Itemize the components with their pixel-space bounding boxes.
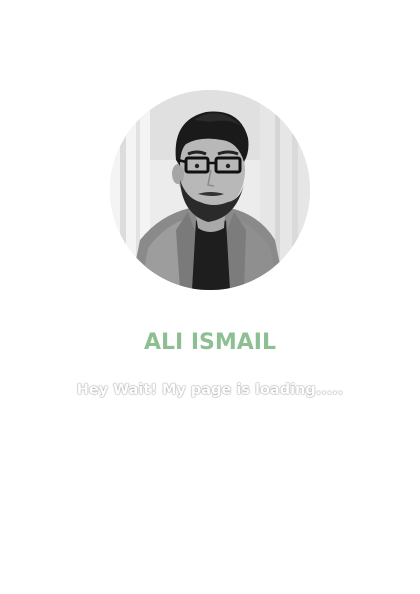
preloader-screen: ALI ISMAIL Hey Wait! My page is loading.… bbox=[0, 0, 420, 594]
loading-message: Hey Wait! My page is loading..... bbox=[76, 382, 344, 398]
portrait-photo-icon bbox=[110, 90, 310, 290]
avatar bbox=[110, 90, 310, 290]
profile-name: ALI ISMAIL bbox=[143, 330, 277, 355]
